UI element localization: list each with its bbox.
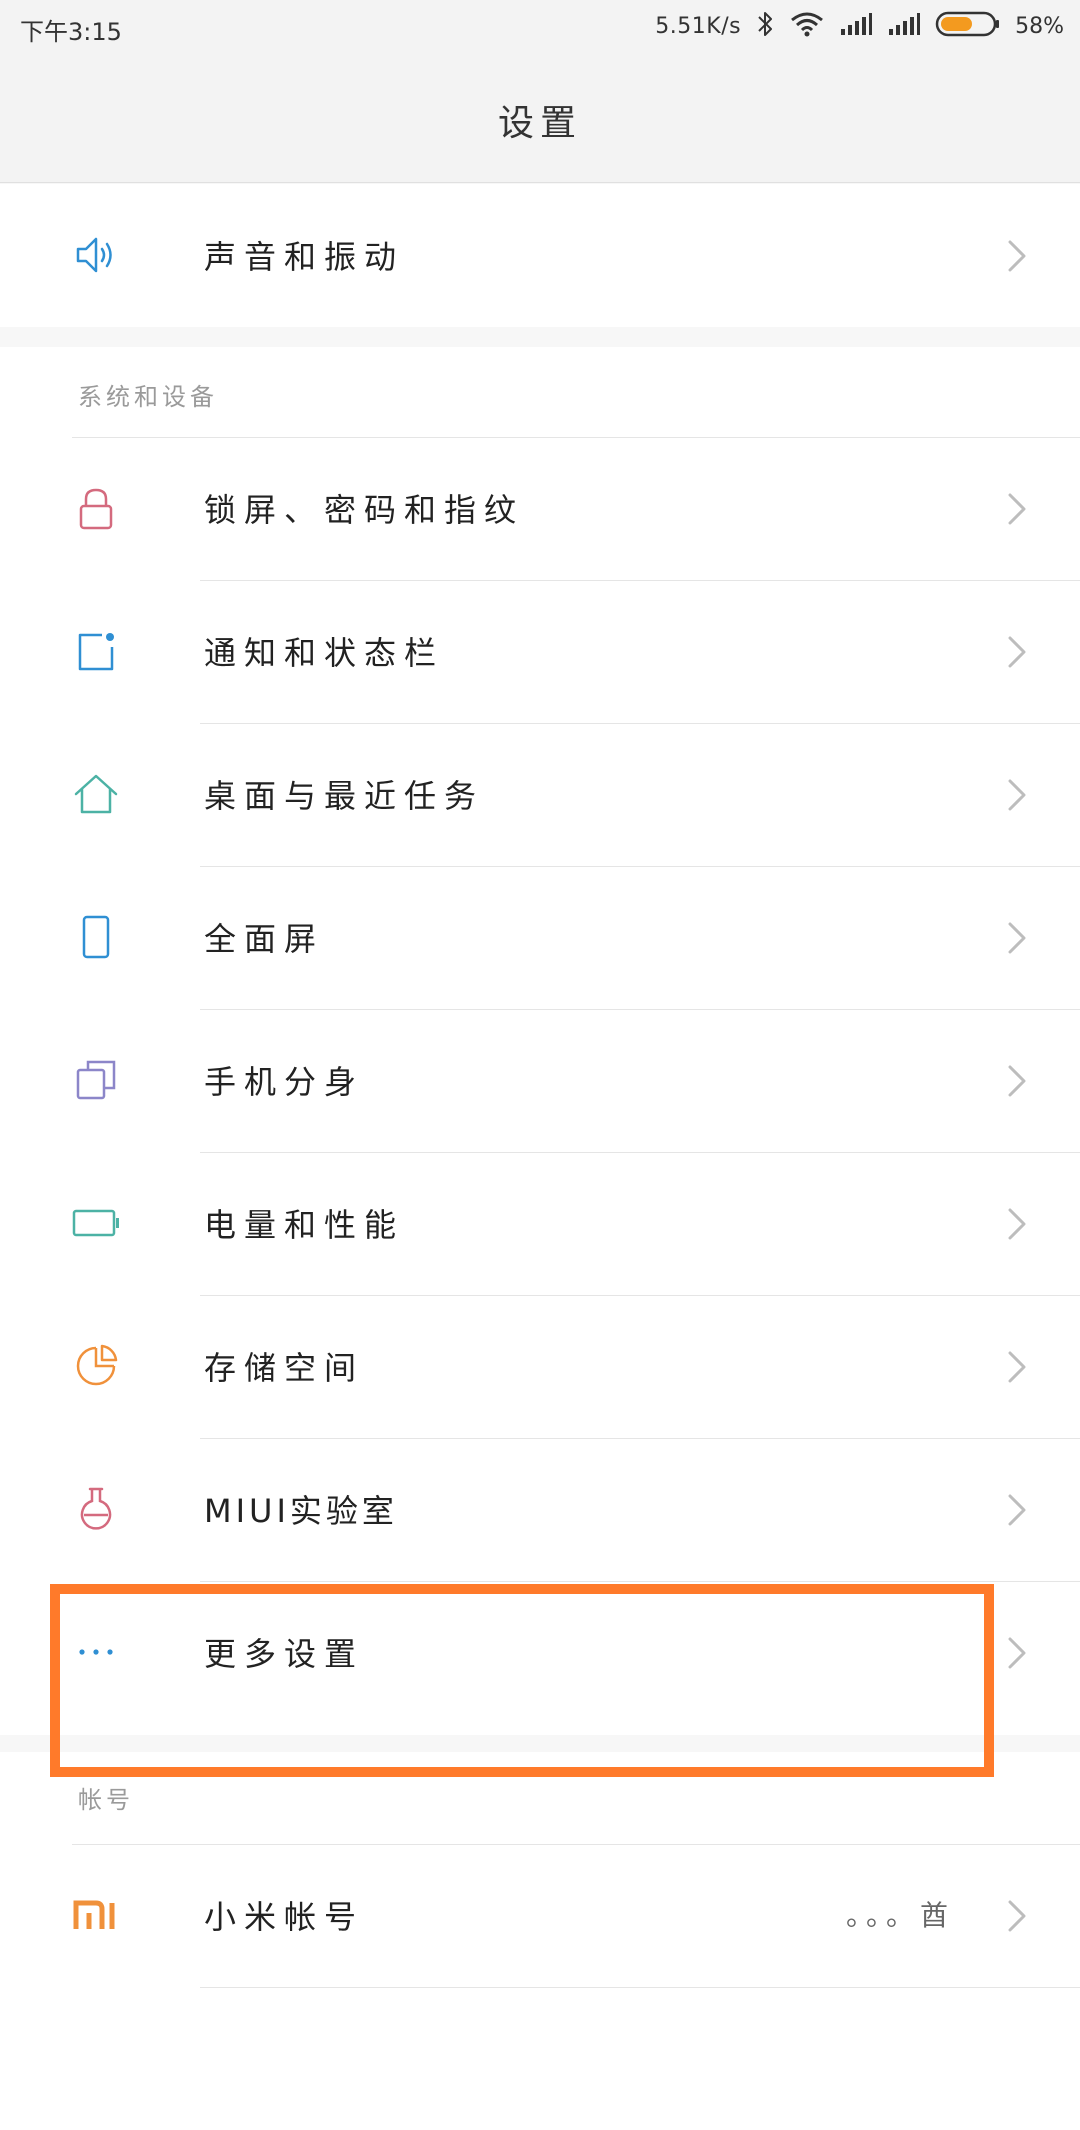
settings-item-label: 更多设置: [204, 1635, 365, 1673]
chevron-right-icon: [1004, 632, 1030, 672]
settings-item-miui-lab[interactable]: MIUI实验室: [0, 1438, 1080, 1581]
chevron-right-icon: [1004, 236, 1030, 276]
section-title-system: 系统和设备: [78, 383, 218, 411]
header: 设置: [0, 52, 1080, 183]
status-bar: 下午3:15 5.51K/s 58%: [0, 0, 1080, 52]
row-divider: [200, 1438, 1080, 1439]
settings-item-label: 全面屏: [204, 920, 325, 958]
battery-percent: 58%: [1015, 13, 1064, 39]
chevron-right-icon: [1004, 918, 1030, 958]
settings-item-label: 锁屏、密码和指纹: [204, 491, 525, 529]
settings-item-mi-account[interactable]: 小米帐号 。。。酋: [0, 1844, 1080, 1987]
signal-icon-1: [839, 11, 873, 41]
signal-icon-2: [887, 11, 921, 41]
row-next-partial: [0, 1987, 1080, 2130]
lock-icon: [72, 484, 120, 532]
clone-icon: [72, 1056, 120, 1104]
status-right: 5.51K/s 58%: [655, 8, 1064, 44]
settings-item-battery[interactable]: 电量和性能: [0, 1152, 1080, 1295]
section-title-account: 帐号: [78, 1786, 134, 1814]
row-divider: [200, 1581, 1080, 1582]
settings-item-dual-apps[interactable]: 手机分身: [0, 1009, 1080, 1152]
network-speed: 5.51K/s: [655, 13, 742, 39]
chevron-right-icon: [1004, 1633, 1030, 1673]
chevron-right-icon: [1004, 1204, 1030, 1244]
settings-item-lockscreen[interactable]: 锁屏、密码和指纹: [0, 437, 1080, 580]
row-divider: [200, 723, 1080, 724]
page-title: 设置: [497, 103, 582, 144]
chevron-right-icon: [1004, 1896, 1030, 1936]
settings-item-label: 桌面与最近任务: [204, 777, 485, 815]
wifi-icon: [789, 10, 825, 42]
row-divider: [200, 866, 1080, 867]
storage-pie-icon: [72, 1342, 120, 1390]
settings-item-fullscreen[interactable]: 全面屏: [0, 866, 1080, 1009]
flask-icon: [72, 1485, 120, 1533]
settings-item-storage[interactable]: 存储空间: [0, 1295, 1080, 1438]
chevron-right-icon: [1004, 1061, 1030, 1101]
row-divider: [200, 580, 1080, 581]
mi-logo-icon: [72, 1891, 120, 1939]
notification-icon: [72, 627, 120, 675]
settings-item-label: 存储空间: [204, 1349, 365, 1387]
row-divider: [200, 1987, 1080, 1988]
bluetooth-icon: [755, 9, 775, 43]
section-system-device: 系统和设备 锁屏、密码和指纹 通知和状态栏 桌面与最近任务 全面屏 手机分身 电…: [0, 347, 1080, 1735]
account-name-value: 。。。酋: [845, 1899, 954, 1932]
settings-item-home[interactable]: 桌面与最近任务: [0, 723, 1080, 866]
battery-status-icon: [935, 10, 1001, 42]
settings-item-label: 小米帐号: [204, 1898, 365, 1936]
settings-item-label: 电量和性能: [204, 1206, 405, 1244]
chevron-right-icon: [1004, 1490, 1030, 1530]
row-divider: [200, 1009, 1080, 1010]
chevron-right-icon: [1004, 775, 1030, 815]
settings-item-more-settings[interactable]: 更多设置: [0, 1581, 1080, 1724]
settings-item-notifications[interactable]: 通知和状态栏: [0, 580, 1080, 723]
settings-item-label: MIUI实验室: [204, 1492, 398, 1530]
settings-item-sound[interactable]: 声音和振动: [0, 184, 1080, 327]
home-icon: [72, 770, 120, 818]
settings-item-label: 手机分身: [204, 1063, 365, 1101]
section-account: 帐号 小米帐号 。。。酋: [0, 1752, 1080, 2130]
settings-item-label: 通知和状态栏: [204, 634, 445, 672]
row-divider: [72, 1844, 1080, 1845]
row-divider: [200, 1152, 1080, 1153]
more-dots-icon: [72, 1628, 120, 1676]
status-time: 下午3:15: [20, 18, 122, 46]
section-sound: 声音和振动: [0, 184, 1080, 327]
phone-icon: [72, 913, 120, 961]
speaker-icon: [72, 231, 120, 279]
battery-icon: [72, 1199, 120, 1247]
settings-item-label: 声音和振动: [204, 238, 405, 276]
row-divider: [72, 437, 1080, 438]
row-divider: [200, 1295, 1080, 1296]
chevron-right-icon: [1004, 1347, 1030, 1387]
chevron-right-icon: [1004, 489, 1030, 529]
